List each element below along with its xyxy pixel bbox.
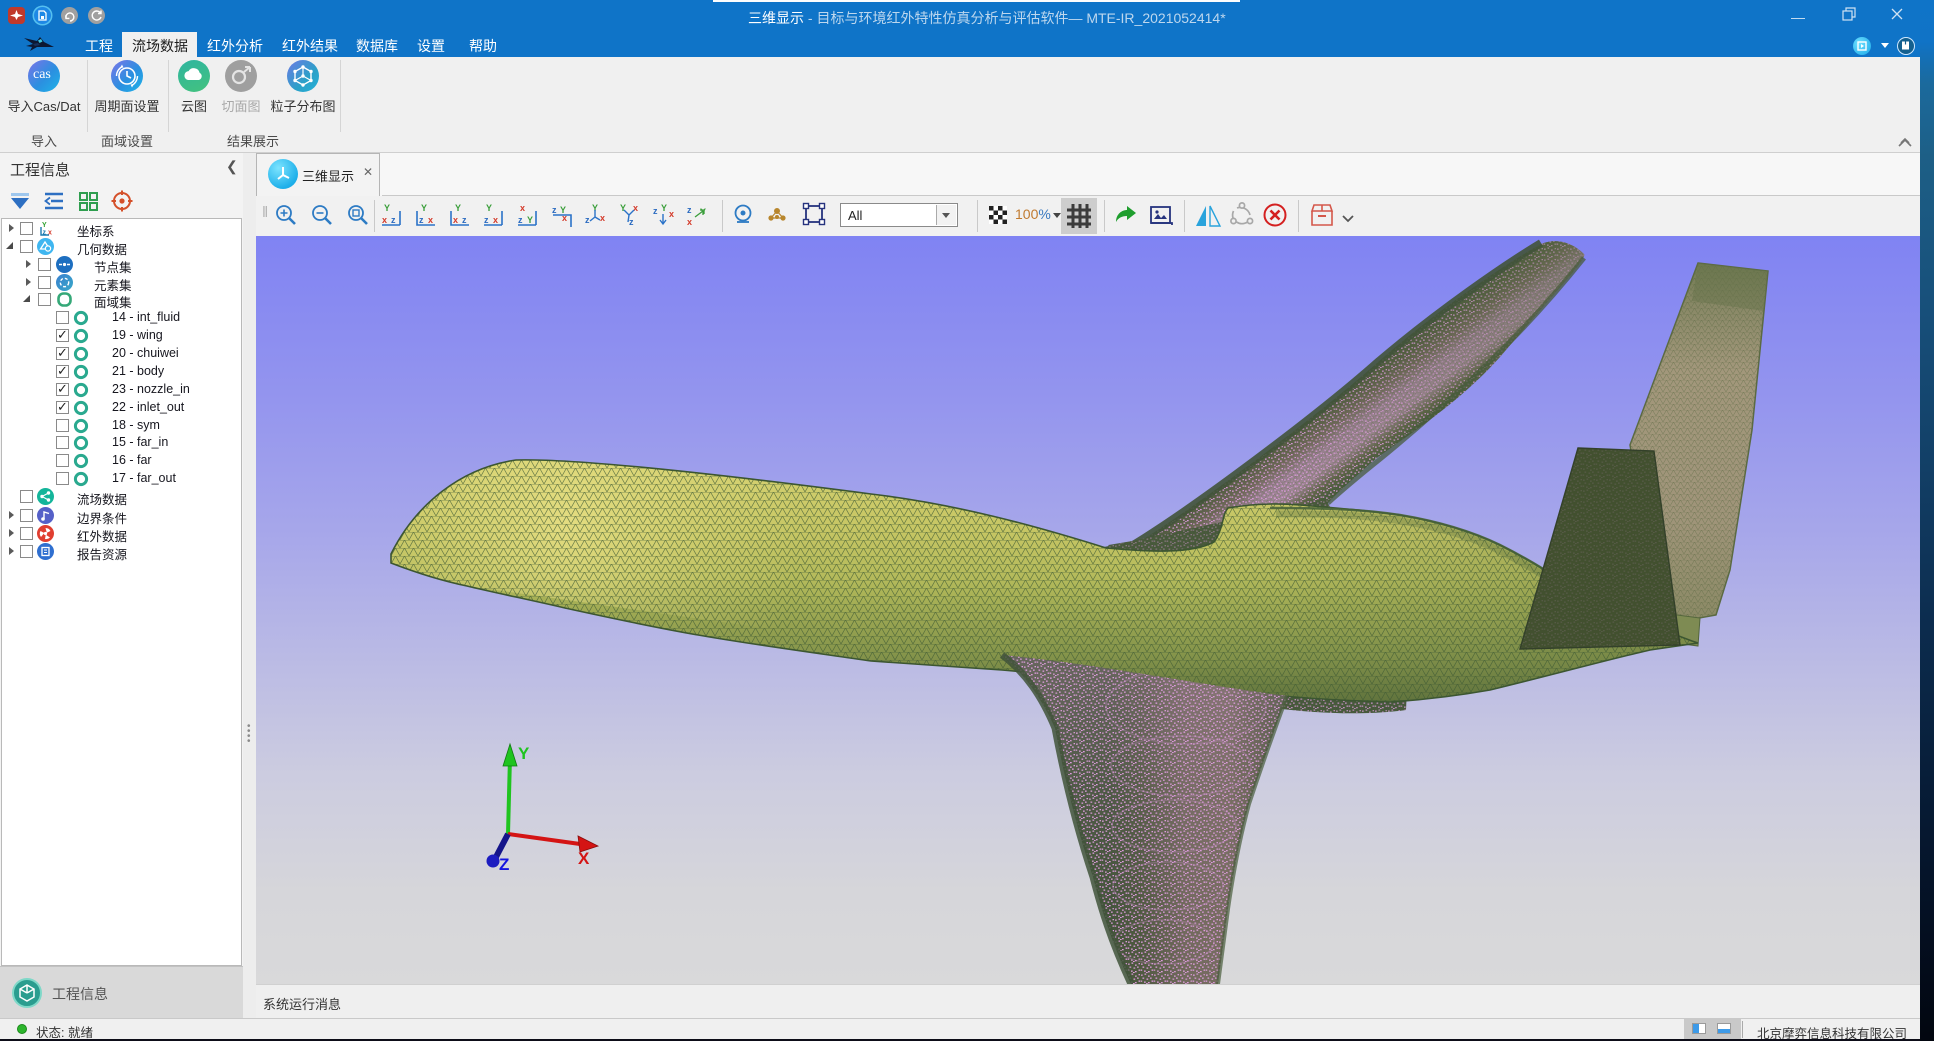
svg-text:z: z [687,205,692,215]
svg-text:x: x [382,215,387,225]
svg-text:Y: Y [661,203,667,213]
svg-text:Y: Y [518,744,530,763]
svg-text:Y: Y [421,203,427,213]
svg-text:z: z [518,215,523,225]
svg-text:z: z [552,205,557,215]
svg-text:Y: Y [486,203,492,213]
svg-text:Y: Y [527,215,533,225]
svg-text:x: x [493,215,498,225]
svg-text:x: x [453,215,458,225]
svg-text:z: z [419,215,424,225]
svg-text:X: X [578,849,590,868]
svg-text:z: z [629,217,634,227]
svg-text:Y: Y [560,205,566,215]
svg-text:x: x [687,217,692,227]
svg-text:x: x [428,215,433,225]
svg-text:Z: Z [499,855,509,874]
svg-text:Y: Y [384,203,390,213]
svg-text:x: x [600,213,605,223]
svg-text:x: x [48,230,52,237]
svg-text:x: x [633,203,638,213]
svg-text:Y: Y [455,203,461,213]
svg-text:z: z [391,215,396,225]
svg-text:z: z [653,206,658,216]
svg-text:z: z [484,215,489,225]
svg-text:x: x [669,209,674,219]
svg-text:z: z [585,215,590,225]
svg-text:Y: Y [42,222,47,229]
svg-text:z: z [462,215,467,225]
svg-text:x: x [520,203,525,213]
svg-text:z: z [43,230,47,237]
